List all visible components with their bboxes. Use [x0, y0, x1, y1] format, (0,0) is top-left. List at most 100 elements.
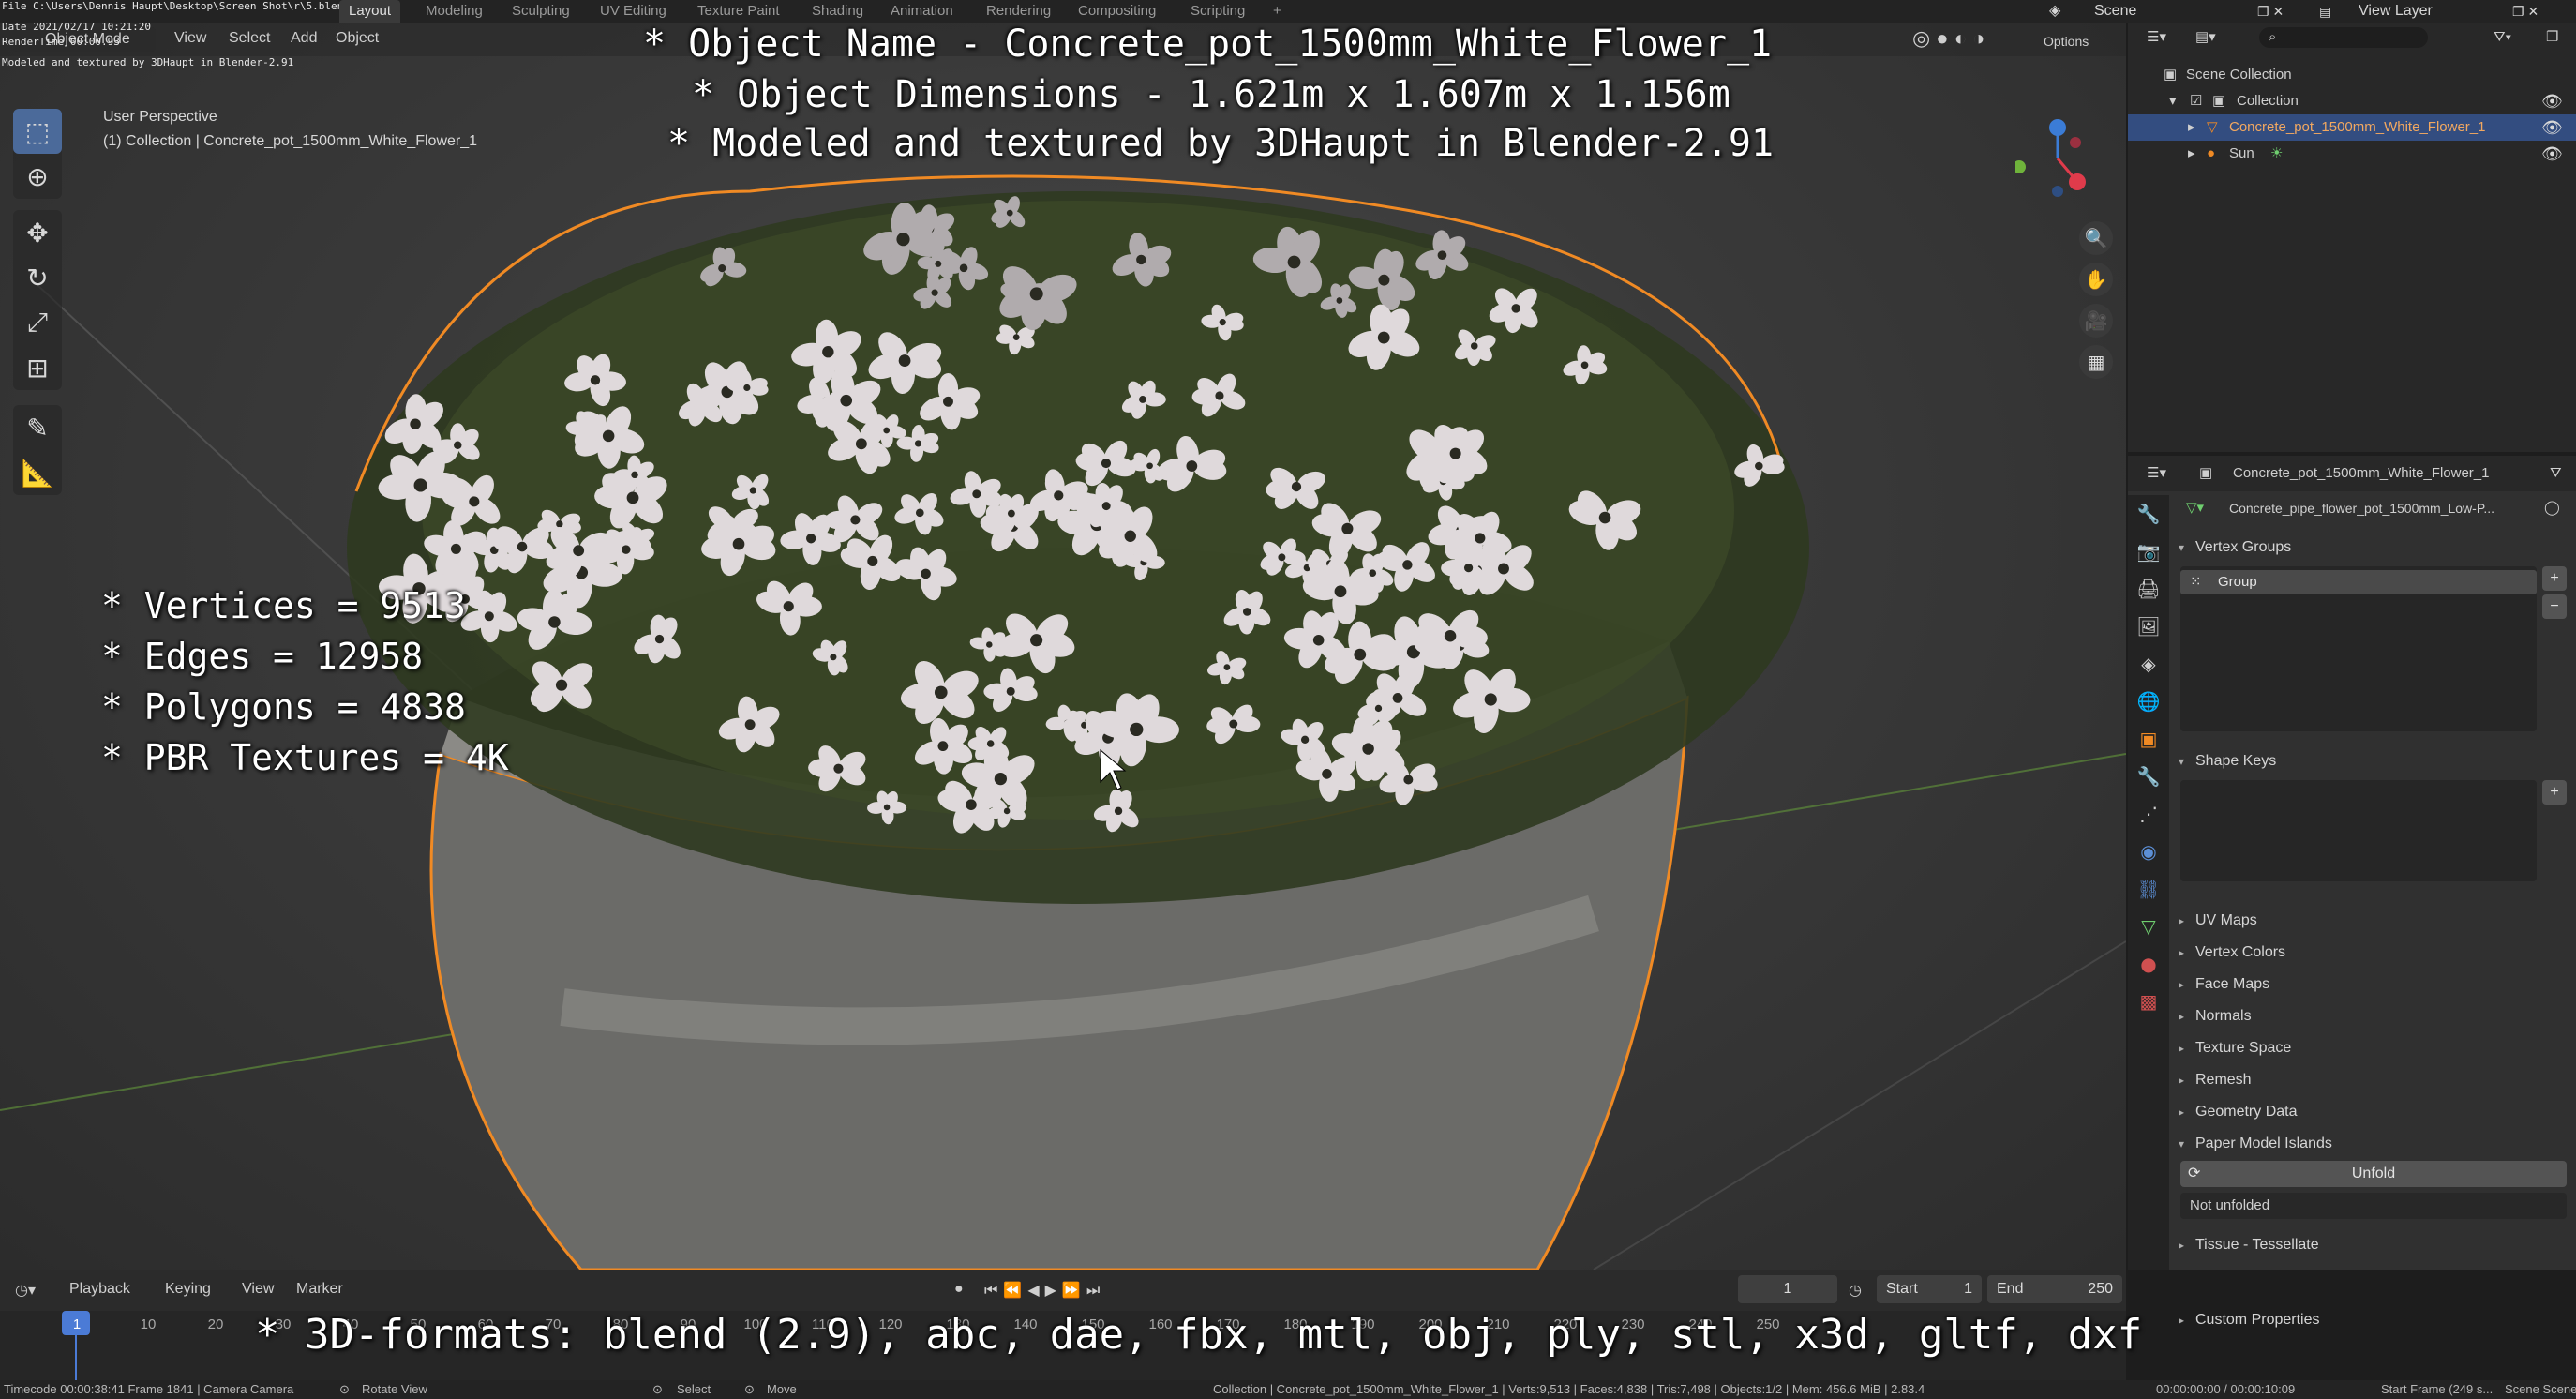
render-tab-icon[interactable]: 📷: [2128, 533, 2169, 570]
checkbox-icon[interactable]: ☑: [2190, 88, 2202, 114]
output-tab-icon[interactable]: 🖨: [2128, 570, 2169, 608]
visibility-eye-icon[interactable]: 👁: [2541, 88, 2563, 114]
workspace-tab-rendering[interactable]: Rendering: [986, 0, 1051, 23]
remove-vertex-group-button[interactable]: −: [2542, 594, 2567, 619]
scene-tab-icon[interactable]: ◈: [2128, 645, 2169, 683]
outliner-collection[interactable]: ▾ ☑ ▣ Collection 👁: [2128, 88, 2576, 114]
custom-properties-panel-header[interactable]: ▸ Custom Properties: [2179, 1305, 2570, 1335]
measure-tool-icon[interactable]: 📐: [13, 450, 62, 495]
move-tool-icon[interactable]: ✥: [13, 210, 62, 255]
view-layer-icon[interactable]: ▤: [2319, 0, 2331, 23]
texture-space-panel-header[interactable]: ▸ Texture Space: [2179, 1033, 2570, 1063]
object-tab-icon[interactable]: ▣: [2128, 720, 2169, 758]
filter-icon[interactable]: ⛛▾: [2494, 24, 2511, 51]
pan-hand-icon[interactable]: ✋: [2079, 263, 2113, 296]
constraints-tab-icon[interactable]: ⛓: [2128, 870, 2169, 908]
zoom-icon[interactable]: 🔍: [2079, 221, 2113, 255]
cursor-tool-icon[interactable]: ⊕: [13, 154, 62, 199]
expand-arrow-icon[interactable]: ▾: [2169, 88, 2177, 114]
fake-user-icon[interactable]: ◯: [2544, 495, 2560, 521]
new-view-layer-icon[interactable]: ❐ ✕: [2512, 0, 2539, 23]
expand-arrow-icon[interactable]: ▸: [2188, 141, 2195, 167]
workspace-tab-layout[interactable]: Layout: [339, 0, 401, 23]
playback-menu[interactable]: Playback: [69, 1281, 130, 1298]
scene-selector[interactable]: Scene: [2094, 0, 2136, 23]
tissue-panel-header[interactable]: ▸ Tissue - Tessellate: [2179, 1230, 2570, 1260]
add-vertex-group-button[interactable]: +: [2542, 566, 2567, 591]
workspace-tab-animation[interactable]: Animation: [891, 0, 953, 23]
remesh-panel-header[interactable]: ▸ Remesh: [2179, 1065, 2570, 1095]
shape-keys-list[interactable]: [2180, 780, 2537, 881]
scene-icon[interactable]: ◈: [2049, 0, 2060, 23]
world-tab-icon[interactable]: 🌐: [2128, 683, 2169, 720]
mesh-data-tab-icon[interactable]: ▽: [2128, 908, 2169, 945]
workspace-tab-uv-editing[interactable]: UV Editing: [600, 0, 666, 23]
add-shape-key-button[interactable]: +: [2542, 780, 2567, 805]
geometry-data-panel-header[interactable]: ▸ Geometry Data: [2179, 1097, 2570, 1127]
view-layer-selector[interactable]: View Layer: [2359, 0, 2433, 23]
vertex-groups-list[interactable]: ⁙ Group: [2180, 566, 2537, 731]
options-dropdown[interactable]: Options: [2044, 34, 2089, 49]
normals-panel-header[interactable]: ▸ Normals: [2179, 1001, 2570, 1031]
outliner-scene-collection[interactable]: ▣ Scene Collection: [2128, 62, 2576, 88]
select-menu[interactable]: Select: [229, 30, 270, 47]
workspace-tab-modeling[interactable]: Modeling: [426, 0, 483, 23]
face-maps-panel-header[interactable]: ▸ Face Maps: [2179, 970, 2570, 1000]
outliner-object-sun[interactable]: ▸ ● Sun ☀ 👁: [2128, 141, 2576, 167]
navigation-gizmo[interactable]: [2015, 116, 2100, 201]
texture-tab-icon[interactable]: ▩: [2128, 983, 2169, 1020]
shape-keys-panel-header[interactable]: ▾ Shape Keys: [2179, 746, 2570, 776]
mesh-name-field[interactable]: Concrete_pipe_flower_pot_1500mm_Low-P...: [2229, 495, 2494, 521]
physics-tab-icon[interactable]: ◉: [2128, 833, 2169, 870]
object-menu[interactable]: Object: [336, 30, 379, 47]
select-box-tool-icon[interactable]: ⬚: [13, 109, 62, 154]
workspace-tab-compositing[interactable]: Compositing: [1078, 0, 1156, 23]
add-workspace-button[interactable]: +: [1273, 0, 1281, 23]
visibility-eye-icon[interactable]: 👁: [2541, 114, 2563, 141]
record-button-icon[interactable]: ●: [954, 1281, 964, 1298]
3d-viewport[interactable]: Object Mode View Select Add Object ◎ ● ◐…: [0, 23, 2126, 1270]
workspace-tab-shading[interactable]: Shading: [812, 0, 863, 23]
transform-tool-icon[interactable]: ⊞: [13, 345, 62, 390]
outliner-search-input[interactable]: [2259, 27, 2428, 48]
workspace-tab-sculpting[interactable]: Sculpting: [512, 0, 570, 23]
mesh-datablock-row[interactable]: ▽▾ Concrete_pipe_flower_pot_1500mm_Low-P…: [2173, 495, 2576, 521]
clock-icon[interactable]: ◷: [1849, 1281, 1862, 1300]
modifier-tab-icon[interactable]: 🔧: [2128, 758, 2169, 795]
editor-type-icon[interactable]: ☰▾: [2147, 456, 2166, 491]
view-menu[interactable]: View: [174, 30, 206, 47]
playhead-line[interactable]: [75, 1335, 77, 1386]
camera-view-icon[interactable]: 🎥: [2079, 304, 2113, 338]
unfold-button[interactable]: ⟳ Unfold: [2180, 1161, 2567, 1187]
particles-tab-icon[interactable]: ⋰: [2128, 795, 2169, 833]
start-frame-field[interactable]: Start 1: [1877, 1275, 1982, 1303]
expand-arrow-icon[interactable]: ▸: [2188, 114, 2195, 141]
timeline-editor-icon[interactable]: ◷▾: [15, 1281, 36, 1300]
new-scene-icon[interactable]: ❐ ✕: [2257, 0, 2284, 23]
vertex-group-item[interactable]: ⁙ Group: [2180, 570, 2537, 594]
uv-maps-panel-header[interactable]: ▸ UV Maps: [2179, 906, 2570, 936]
vertex-colors-panel-header[interactable]: ▸ Vertex Colors: [2179, 938, 2570, 968]
annotate-tool-icon[interactable]: ✎: [13, 405, 62, 450]
vertex-groups-panel-header[interactable]: ▾ Vertex Groups: [2179, 533, 2570, 563]
marker-menu[interactable]: Marker: [296, 1281, 343, 1298]
end-frame-field[interactable]: End 250: [1987, 1275, 2122, 1303]
paper-model-panel-header[interactable]: ▾ Paper Model Islands: [2179, 1129, 2570, 1159]
workspace-tab-texture-paint[interactable]: Texture Paint: [697, 0, 780, 23]
new-collection-icon[interactable]: ❐: [2546, 24, 2558, 51]
pin-icon[interactable]: ⛛: [2550, 456, 2562, 491]
scale-tool-icon[interactable]: ⤢: [13, 300, 62, 345]
workspace-tab-scripting[interactable]: Scripting: [1191, 0, 1245, 23]
add-menu[interactable]: Add: [291, 30, 317, 47]
ortho-grid-icon[interactable]: ▦: [2079, 345, 2113, 379]
material-tab-icon[interactable]: ●: [2128, 945, 2169, 983]
current-frame-field[interactable]: 1: [1738, 1275, 1837, 1303]
display-mode-icon[interactable]: ▤▾: [2195, 24, 2216, 51]
editor-type-icon[interactable]: ☰▾: [2147, 24, 2166, 51]
keying-menu[interactable]: Keying: [165, 1281, 211, 1298]
visibility-eye-icon[interactable]: 👁: [2541, 141, 2563, 167]
tool-tab-icon[interactable]: 🔧: [2128, 495, 2169, 533]
view-layer-tab-icon[interactable]: 🖼: [2128, 608, 2169, 645]
outliner-object-flower-pot[interactable]: ▸ ▽ Concrete_pot_1500mm_White_Flower_1 👁: [2128, 114, 2576, 141]
rotate-tool-icon[interactable]: ↻: [13, 255, 62, 300]
